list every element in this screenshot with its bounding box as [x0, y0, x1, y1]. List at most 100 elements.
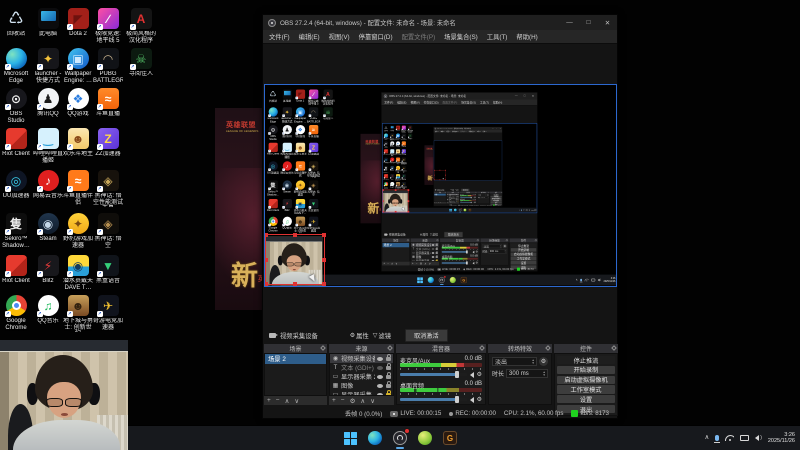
tray-display-icon[interactable]: [740, 435, 750, 441]
control-button[interactable]: 开始录制: [557, 365, 615, 374]
obs-preview-canvas[interactable]: ♺回收站此电脑◤Dota 2∕极限竞速: 地平线 5A极简风格的汉化程序Micr…: [264, 84, 617, 287]
desktop-icon[interactable]: ♫QQ音乐: [33, 295, 63, 325]
desktop-icon[interactable]: ♟腾讯QQ: [33, 88, 63, 118]
desktop-icon[interactable]: ≈斗鱼直播: [93, 88, 123, 118]
duration-field[interactable]: 300 ms ▴ ▾: [506, 369, 548, 378]
visibility-eye-icon[interactable]: [377, 383, 383, 388]
desktop-icon[interactable]: Riot Client: [1, 255, 31, 285]
desktop-icon[interactable]: Microsoft Edge: [1, 48, 31, 84]
desktop-icon[interactable]: ✈奇游电竞加速器: [93, 295, 123, 331]
source-list[interactable]: ◉ 视频采集设备 T 文本 (GDI+) ▭ 显示器采集 2 ▦ 图像 ▭ 显示器采集: [329, 353, 394, 396]
scenes-toolbar-button[interactable]: ∨: [294, 397, 299, 405]
visibility-eye-icon[interactable]: [377, 374, 383, 379]
menu-item[interactable]: 场景集合(S): [444, 32, 478, 41]
control-button[interactable]: 停止推流: [557, 356, 615, 365]
desktop-icon[interactable]: ◉潜水员戴夫 DAVE T…: [63, 255, 93, 291]
visibility-eye-icon[interactable]: [377, 392, 383, 395]
taskbar-obs-icon[interactable]: [392, 428, 410, 449]
minimize-button[interactable]: —: [560, 15, 579, 30]
deactivate-button[interactable]: 取消激活: [404, 329, 448, 342]
control-button[interactable]: 工作室模式: [557, 385, 615, 394]
menu-item[interactable]: 停靠窗口(D): [359, 32, 393, 41]
taskbar-clock[interactable]: 3:26 2025/11/26: [768, 432, 795, 445]
close-button[interactable]: ✕: [598, 15, 617, 30]
desktop-icon[interactable]: ✦launcher - 快捷方式: [33, 48, 63, 84]
selection-handle[interactable]: [322, 233, 326, 237]
taskbar-edge-icon[interactable]: [367, 430, 383, 446]
desktop-icon[interactable]: ▣Wallpaper Engine: …: [63, 48, 93, 84]
selection-handle[interactable]: [293, 282, 297, 286]
sources-toolbar-button[interactable]: ∧: [360, 397, 365, 405]
desktop-icon[interactable]: ♺ 回收站: [1, 8, 31, 38]
desktop-icon[interactable]: 此电脑: [33, 8, 63, 38]
desktop-icon[interactable]: ☻欢乐斗地主: [63, 128, 93, 158]
source-row[interactable]: ▭ 显示器采集: [330, 389, 393, 395]
selection-handle[interactable]: [322, 282, 326, 286]
desktop-icon[interactable]: ◈黑神话: 悟空: [93, 213, 123, 249]
control-button[interactable]: 设置: [557, 395, 615, 404]
sources-toolbar-button[interactable]: ⚙: [350, 397, 356, 405]
filters-button[interactable]: ▽ 滤镜: [373, 331, 391, 341]
source-row[interactable]: T 文本 (GDI+): [330, 362, 393, 372]
taskbar-game-app-icon[interactable]: G: [442, 430, 458, 446]
menu-item[interactable]: 文件(F): [269, 32, 290, 41]
menu-item[interactable]: 编辑(E): [299, 32, 320, 41]
selection-handle[interactable]: [265, 282, 268, 286]
gear-icon[interactable]: ⚙: [477, 372, 482, 378]
obs-titlebar[interactable]: OBS 27.2.4 (64-bit, windows) - 配置文件: 未命名…: [263, 15, 617, 30]
maximize-button[interactable]: □: [579, 15, 598, 30]
source-row[interactable]: ◉ 视频采集设备: [330, 354, 393, 363]
scene-item[interactable]: 场景 2: [265, 354, 326, 364]
desktop-icon[interactable]: 隻Sekiro™ Shadow…: [1, 213, 31, 249]
scene-list[interactable]: 场景 2: [264, 353, 327, 396]
desktop-icon[interactable]: ≈斗鱼直播伴侣: [63, 170, 93, 206]
scenes-toolbar-button[interactable]: −: [276, 397, 280, 404]
selection-handle[interactable]: [322, 257, 326, 262]
tray-chevron-up-icon[interactable]: ∧: [704, 434, 709, 442]
desktop-icon[interactable]: ◤Dota 2: [63, 8, 93, 38]
desktop-icon[interactable]: ✦野豹游戏加速器: [63, 213, 93, 249]
desktop-icon[interactable]: ‿哔哩哔哩直播姬: [33, 128, 63, 164]
selection-handle[interactable]: [265, 257, 268, 262]
volume-slider[interactable]: [400, 371, 467, 378]
lock-icon[interactable]: [386, 380, 391, 388]
lock-icon[interactable]: [386, 362, 391, 370]
desktop-icon[interactable]: ZZZ加速器: [93, 128, 123, 158]
gear-icon[interactable]: ⚙: [477, 397, 482, 403]
speaker-icon[interactable]: [469, 371, 474, 378]
source-row[interactable]: ▭ 显示器采集 2: [330, 371, 393, 381]
desktop-icon[interactable]: ☠寻阅佳人: [126, 48, 156, 78]
source-row[interactable]: ▦ 图像: [330, 380, 393, 390]
desktop-icon[interactable]: Riot Client: [1, 128, 31, 158]
taskbar-start-icon[interactable]: [342, 430, 358, 446]
desktop-icon[interactable]: ⊙OBS Studio: [1, 88, 31, 124]
properties-button[interactable]: ⚙ 属性: [350, 331, 369, 341]
sources-toolbar-button[interactable]: ∨: [370, 397, 375, 405]
menu-item[interactable]: 工具(T): [487, 32, 508, 41]
desktop-icon[interactable]: Google Chrome: [1, 295, 31, 331]
tray-microphone-icon[interactable]: [714, 435, 721, 443]
desktop-icon[interactable]: A极简风格的汉化程序: [126, 8, 156, 44]
desktop-icon[interactable]: ☻地下城与勇士: 创新世纪: [63, 295, 93, 332]
desktop-icon[interactable]: ◎UU加速器: [1, 170, 31, 200]
lock-icon[interactable]: [386, 371, 391, 379]
desktop-icon[interactable]: ∕极限竞速: 地平线 5: [93, 8, 123, 44]
desktop-icon[interactable]: ⚡Blitz: [33, 255, 63, 285]
desktop-icon[interactable]: ◈黑神话: 悟空性能测试工具: [93, 170, 123, 207]
taskbar-media-app-icon[interactable]: [417, 430, 433, 446]
tray-wifi-icon[interactable]: [725, 435, 735, 441]
desktop-icon[interactable]: ◉Steam: [33, 213, 63, 243]
scenes-toolbar-button[interactable]: ∧: [285, 397, 290, 405]
visibility-eye-icon[interactable]: [377, 365, 383, 370]
selection-handle[interactable]: [265, 233, 268, 237]
desktop-icon[interactable]: ❖QQ游戏: [63, 88, 93, 118]
lock-icon[interactable]: [386, 389, 391, 395]
volume-slider[interactable]: [400, 396, 467, 403]
menu-item[interactable]: 帮助(H): [516, 32, 537, 41]
scenes-toolbar-button[interactable]: +: [267, 397, 271, 404]
sources-toolbar-button[interactable]: +: [332, 397, 336, 404]
speaker-icon[interactable]: [469, 396, 474, 403]
stepper-arrows-icon[interactable]: ▴ ▾: [532, 358, 534, 365]
desktop-icon[interactable]: ▼黑盒语音: [93, 255, 123, 285]
menu-item[interactable]: 视图(V): [329, 32, 350, 41]
